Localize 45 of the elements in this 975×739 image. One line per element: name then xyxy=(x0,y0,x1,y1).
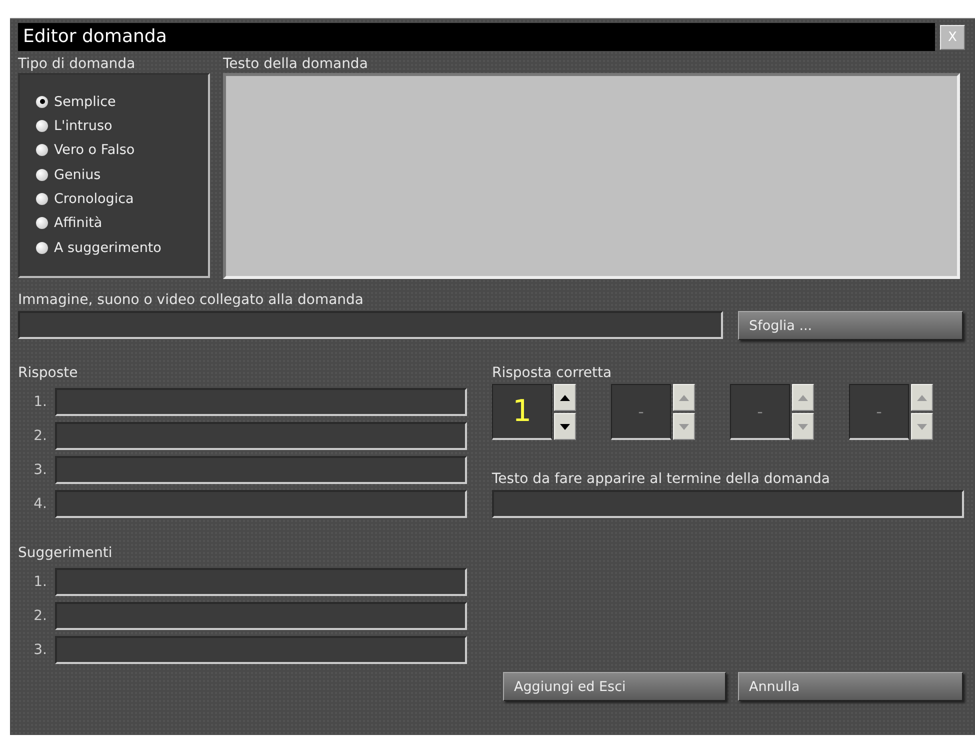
radio-option[interactable]: A suggerimento xyxy=(36,237,208,258)
question-text-label: Testo della domanda xyxy=(223,55,369,73)
end-text-field[interactable] xyxy=(492,490,964,518)
radio-option[interactable]: Genius xyxy=(36,164,208,186)
spinner-value[interactable]: 1 xyxy=(492,384,552,440)
down-arrow-icon xyxy=(917,424,927,430)
row-number: 2. xyxy=(32,428,47,444)
row-number: 2. xyxy=(32,608,47,624)
row-number: 1. xyxy=(32,574,47,590)
cancel-button[interactable]: Annulla xyxy=(738,672,963,701)
answer-field[interactable] xyxy=(55,422,467,450)
answers-label: Risposte xyxy=(18,364,79,382)
answer-field[interactable] xyxy=(55,388,467,416)
down-arrow-icon xyxy=(560,424,570,430)
hints-label: Suggerimenti xyxy=(18,544,114,562)
media-path-field[interactable] xyxy=(18,311,723,339)
up-button[interactable] xyxy=(554,384,576,411)
radio-option[interactable]: L'intruso xyxy=(36,115,208,136)
down-arrow-icon xyxy=(798,424,808,430)
browse-button[interactable]: Sfoglia ... xyxy=(738,311,963,340)
hint-field[interactable] xyxy=(55,636,467,664)
type-label: Tipo di domanda xyxy=(18,55,136,73)
up-arrow-icon xyxy=(560,394,570,400)
up-arrow-icon xyxy=(798,394,808,400)
row-number: 3. xyxy=(32,642,47,658)
radio-option[interactable]: Vero o Falso xyxy=(36,140,208,161)
hint-field[interactable] xyxy=(55,568,467,596)
down-button[interactable] xyxy=(554,413,576,440)
row-number: 1. xyxy=(32,394,47,410)
row-number: 4. xyxy=(32,496,47,512)
down-arrow-icon xyxy=(679,424,689,430)
answer-field[interactable] xyxy=(55,490,467,518)
end-text-label: Testo da fare apparire al termine della domanda xyxy=(492,470,831,488)
answer-field[interactable] xyxy=(55,456,467,484)
correct-answer-label: Risposta corretta xyxy=(492,364,613,382)
radio-option[interactable]: Cronologica xyxy=(36,188,208,210)
row-number: 3. xyxy=(32,462,47,478)
radio-option[interactable]: Semplice xyxy=(36,91,208,112)
add-and-exit-button[interactable]: Aggiungi ed Esci xyxy=(503,672,726,701)
up-arrow-icon xyxy=(679,394,689,400)
media-label: Immagine, suono o video collegato alla domanda xyxy=(18,291,364,309)
window-title: Editor domanda xyxy=(18,23,935,51)
up-arrow-icon xyxy=(917,394,927,400)
hint-field[interactable] xyxy=(55,602,467,630)
radio-option[interactable]: Affinità xyxy=(36,212,208,234)
